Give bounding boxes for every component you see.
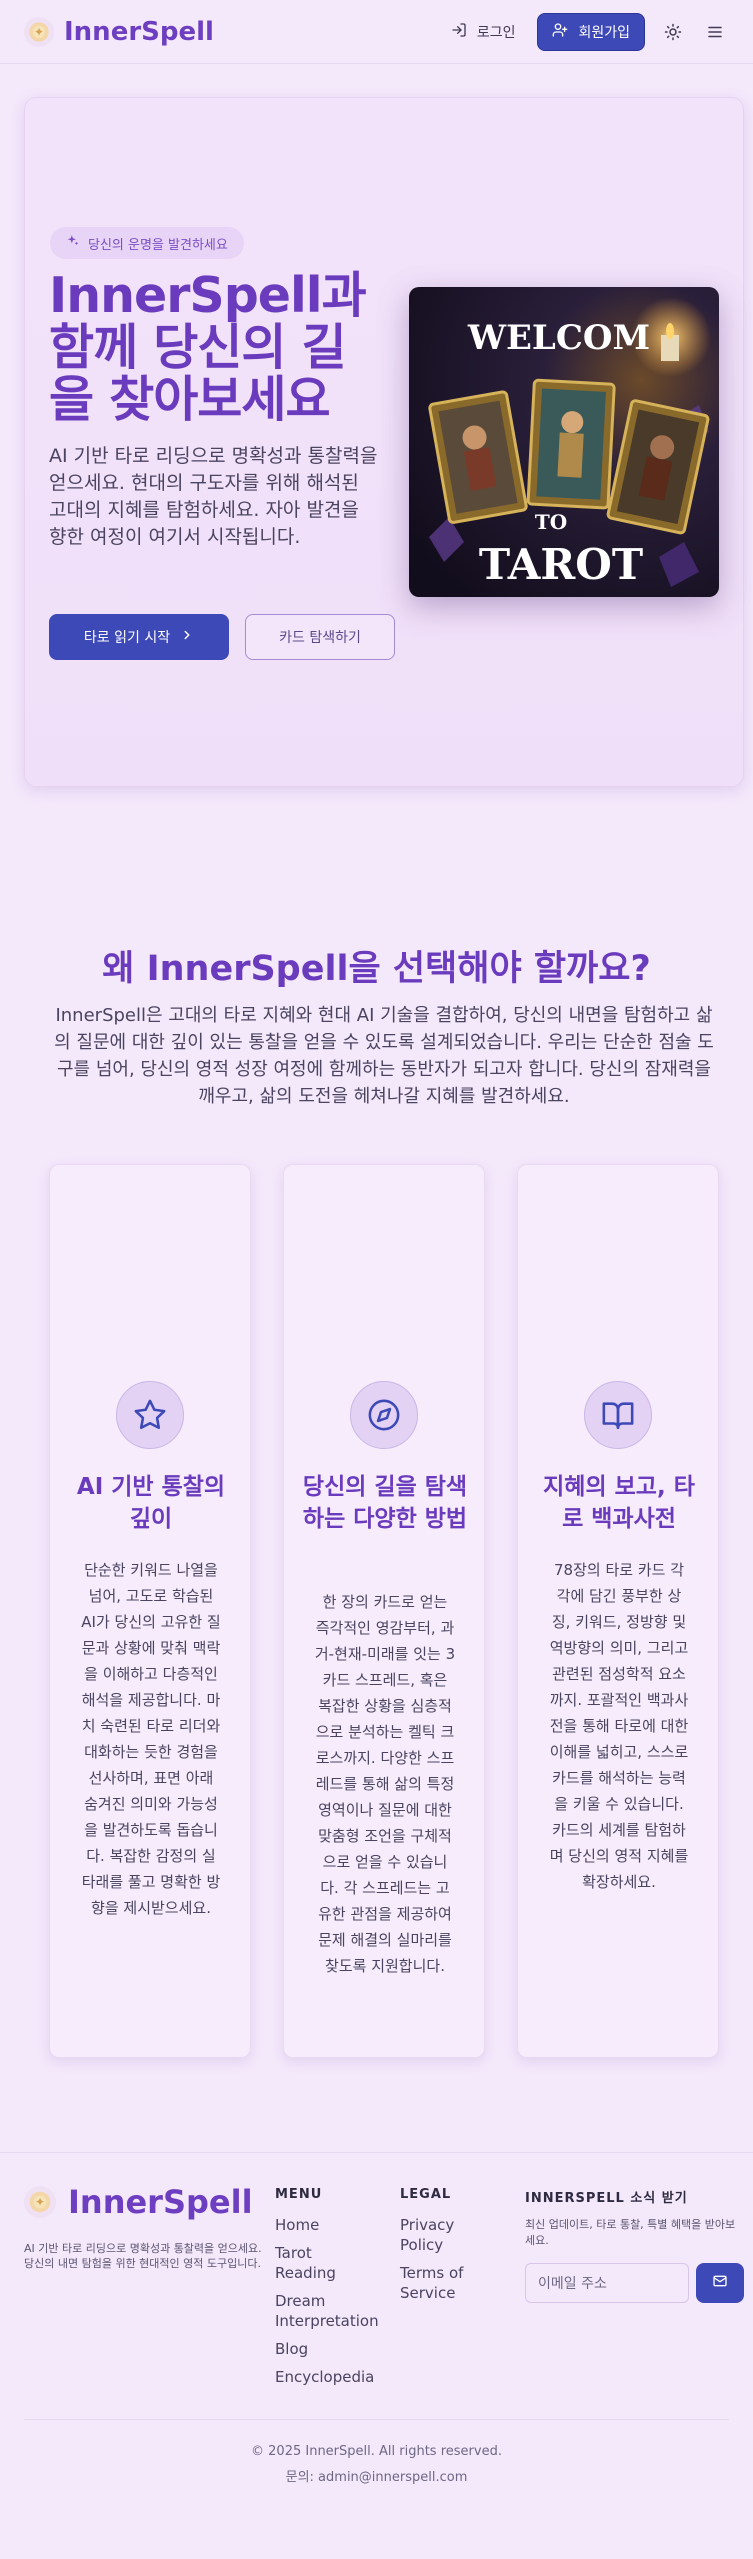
hero-description: AI 기반 타로 리딩으로 명확성과 통찰력을 얻으세요. 현대의 구도자를 위…: [49, 445, 378, 548]
login-label: 로그인: [476, 24, 516, 41]
why-section-title: 왜 InnerSpell을 선택해야 할까요?: [102, 949, 651, 989]
sparkles-icon: [66, 234, 80, 252]
logo-sun-icon: ✦: [24, 16, 54, 47]
footer-link-dream-interpretation[interactable]: Dream Interpretation: [275, 2291, 395, 2331]
feature-cards: AI 기반 통찰의 깊이 단순한 키워드 나열을 넘어, 고도로 학습된 AI가…: [49, 1164, 719, 2058]
compass-icon: [350, 1381, 418, 1449]
chevron-right-icon: [180, 628, 194, 646]
hero-title: InnerSpell과 함께 당신의 길을 찾아보세요: [49, 267, 367, 428]
footer-news-description: 최신 업데이트, 타로 통찰, 특별 혜택을 받아보세요.: [525, 2218, 736, 2247]
brand-logo[interactable]: ✦ InnerSpell: [24, 16, 214, 47]
explore-cards-button[interactable]: 카드 탐색하기: [245, 614, 395, 660]
footer-brand-name: InnerSpell: [68, 2183, 253, 2221]
feature-text: 78장의 타로 카드 각각에 담긴 풍부한 상징, 키워드, 정방향 및 역방향…: [549, 1561, 689, 1891]
footer-link-encyclopedia[interactable]: Encyclopedia: [275, 2367, 374, 2387]
newsletter-email-input[interactable]: 이메일 주소: [525, 2263, 689, 2303]
logo-sun-icon: ✦: [24, 2186, 56, 2218]
theme-toggle-sun-icon[interactable]: [659, 18, 687, 46]
user-plus-icon: [552, 22, 568, 42]
hero-badge-text: 당신의 운명을 발견하세요: [88, 237, 228, 253]
mail-icon: [712, 2273, 728, 2293]
feature-text: 한 장의 카드로 얻는 즉각적인 영감부터, 과거-현재-미래를 잇는 3카드 …: [314, 1593, 456, 1975]
hero-badge: 당신의 운명을 발견하세요: [50, 227, 244, 259]
start-reading-button[interactable]: 타로 읽기 시작: [49, 614, 229, 660]
footer-legal-title: LEGAL: [400, 2187, 452, 2202]
footer-link-terms[interactable]: Terms of Service: [400, 2263, 490, 2303]
footer-description: AI 기반 타로 리딩으로 명확성과 통찰력을 얻으세요. 당신의 내면 탐험을…: [24, 2242, 262, 2270]
feature-card-ai-insight: AI 기반 통찰의 깊이 단순한 키워드 나열을 넘어, 고도로 학습된 AI가…: [49, 1164, 251, 2058]
login-button[interactable]: 로그인: [443, 16, 524, 48]
footer-copyright: © 2025 InnerSpell. All rights reserved.: [251, 2444, 502, 2459]
footer-link-blog[interactable]: Blog: [275, 2339, 308, 2359]
feature-title: 지혜의 보고, 타로 백과사전: [543, 1474, 695, 1532]
image-text-tarot: TAROT: [479, 540, 643, 589]
image-text-welcome: WELCOM: [467, 318, 650, 358]
book-open-icon: [584, 1381, 652, 1449]
hero-section: 당신의 운명을 발견하세요 InnerSpell과 함께 당신의 길을 찾아보세…: [24, 97, 744, 787]
site-header: ✦ InnerSpell 로그인 회원가입: [0, 0, 753, 64]
brand-name: InnerSpell: [64, 16, 214, 47]
newsletter-submit-button[interactable]: [696, 2263, 744, 2303]
feature-text: 단순한 키워드 나열을 넘어, 고도로 학습된 AI가 당신의 고유한 질문과 …: [81, 1561, 221, 1917]
footer-menu-title: MENU: [275, 2187, 323, 2202]
why-section-description: InnerSpell은 고대의 타로 지혜와 현대 AI 기술을 결합하여, 당…: [54, 1005, 714, 1107]
feature-title: AI 기반 통찰의 깊이: [76, 1474, 226, 1532]
footer-link-privacy[interactable]: Privacy Policy: [400, 2215, 490, 2255]
star-icon: [116, 1381, 184, 1449]
image-text-to: TO: [535, 510, 567, 534]
footer-link-tarot-reading[interactable]: Tarot Reading: [275, 2243, 375, 2283]
feature-card-encyclopedia: 지혜의 보고, 타로 백과사전 78장의 타로 카드 각각에 담긴 풍부한 상징…: [517, 1164, 719, 2058]
menu-hamburger-icon[interactable]: [701, 18, 729, 46]
feature-card-spreads: 당신의 길을 탐색하는 다양한 방법 한 장의 카드로 얻는 즉각적인 영감부터…: [283, 1164, 485, 2058]
footer-news-title: INNERSPELL 소식 받기: [525, 2191, 688, 2206]
feature-title: 당신의 길을 탐색하는 다양한 방법: [302, 1474, 468, 1532]
signup-button[interactable]: 회원가입: [537, 12, 645, 51]
footer-divider: [24, 2419, 729, 2420]
footer-contact[interactable]: 문의: admin@innerspell.com: [0, 2466, 753, 2485]
site-footer: ✦ InnerSpell AI 기반 타로 리딩으로 명확성과 통찰력을 얻으세…: [0, 2152, 753, 2559]
login-icon: [451, 22, 467, 42]
signup-label: 회원가입: [578, 24, 630, 41]
footer-link-home[interactable]: Home: [275, 2215, 319, 2235]
start-reading-label: 타로 읽기 시작: [83, 630, 171, 646]
welcome-tarot-image: WELCOM TO TAROT: [409, 287, 719, 597]
footer-logo[interactable]: ✦ InnerSpell: [24, 2183, 253, 2221]
